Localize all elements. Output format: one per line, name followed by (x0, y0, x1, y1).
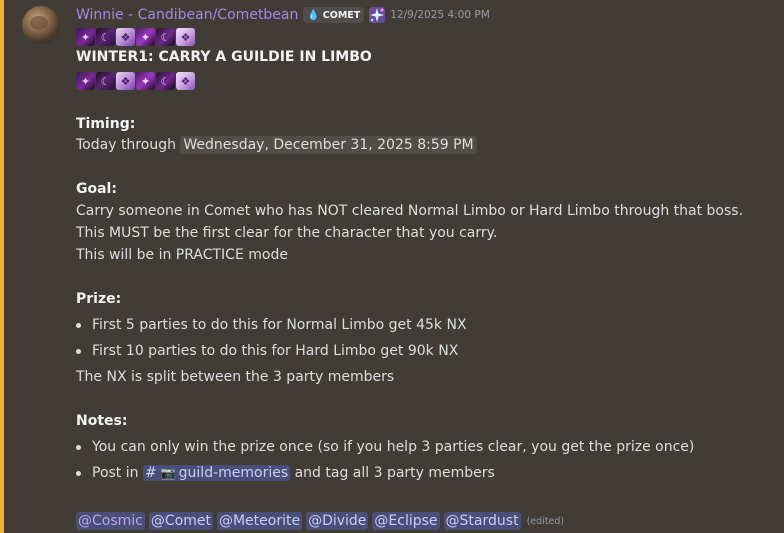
sparkle-icon[interactable] (368, 6, 386, 24)
edited-label: (edited) (526, 515, 565, 527)
emoji-5[interactable]: ☾ (156, 72, 175, 90)
avatar[interactable] (22, 6, 60, 44)
highlight-accent-bar (0, 0, 4, 533)
channel-name: guild-memories (178, 465, 289, 481)
role-mention-comet[interactable]: @Comet (148, 512, 213, 530)
role-mentions: @Cosmic @Comet @Meteorite @Divide @Eclip… (76, 512, 564, 530)
role-mention-cosmic[interactable]: @Cosmic (76, 512, 145, 530)
goal-heading: Goal: (76, 181, 117, 197)
role-mention-stardust[interactable]: @Stardust (443, 512, 521, 530)
goal-line: This will be in PRACTICE mode (76, 247, 288, 263)
role-mention-eclipse[interactable]: @Eclipse (372, 512, 440, 530)
prize-heading: Prize: (76, 291, 122, 307)
hash-icon: # (144, 465, 157, 481)
prize-bullet: First 10 parties to do this for Hard Lim… (92, 343, 459, 359)
emoji-4[interactable]: ✦ (136, 72, 155, 90)
timestamp-chip[interactable]: Wednesday, December 31, 2025 8:59 PM (180, 136, 477, 154)
notes-heading: Notes: (76, 413, 128, 429)
emoji-6[interactable]: ❖ (176, 72, 195, 90)
guild-tag-label: COMET (322, 9, 361, 21)
notes-bullet-suffix: and tag all 3 party members (294, 465, 495, 481)
post-title: WINTER1: CARRY A GUILDIE IN LIMBO (76, 49, 372, 65)
guild-tag[interactable]: 💧 COMET (303, 7, 365, 23)
camera-icon: 📷 (160, 466, 176, 480)
emoji-row-bottom: ✦ ☾ ❖ ✦ ☾ ❖ (76, 72, 195, 90)
bullet-dot (76, 445, 81, 450)
emoji-5[interactable]: ☾ (156, 28, 175, 46)
emoji-3[interactable]: ❖ (116, 72, 135, 90)
bullet-dot (76, 471, 81, 476)
water-drop-icon: 💧 (307, 9, 320, 21)
emoji-1[interactable]: ✦ (76, 72, 95, 90)
emoji-2[interactable]: ☾ (96, 72, 115, 90)
goal-line: Carry someone in Comet who has NOT clear… (76, 203, 744, 219)
channel-mention-guild-memories[interactable]: # 📷 guild-memories (142, 465, 291, 481)
notes-bullet-prefix: Post in (92, 465, 139, 481)
emoji-1[interactable]: ✦ (76, 28, 95, 46)
emoji-6[interactable]: ❖ (176, 28, 195, 46)
role-mention-divide[interactable]: @Divide (306, 512, 369, 530)
bullet-dot (76, 349, 81, 354)
emoji-row-top: ✦ ☾ ❖ ✦ ☾ ❖ (76, 28, 195, 46)
goal-line: This MUST be the first clear for the cha… (76, 225, 498, 241)
prize-footer: The NX is split between the 3 party memb… (76, 369, 395, 385)
emoji-3[interactable]: ❖ (116, 28, 135, 46)
role-mention-meteorite[interactable]: @Meteorite (216, 512, 303, 530)
emoji-4[interactable]: ✦ (136, 28, 155, 46)
notes-bullet: You can only win the prize once (so if y… (92, 439, 695, 455)
timing-line: Today through Wednesday, December 31, 20… (76, 135, 477, 155)
emoji-2[interactable]: ☾ (96, 28, 115, 46)
bullet-dot (76, 323, 81, 328)
timestamp[interactable]: 12/9/2025 4:00 PM (390, 9, 489, 21)
prize-bullet: First 5 parties to do this for Normal Li… (92, 317, 467, 333)
message-header: Winnie - Candibean/Cometbean 💧 COMET 12/… (76, 5, 490, 25)
notes-bullet: Post in # 📷 guild-memories and tag all 3 p… (92, 463, 495, 483)
timing-prefix: Today through (76, 137, 176, 153)
username[interactable]: Winnie - Candibean/Cometbean (76, 7, 298, 23)
timing-heading: Timing: (76, 116, 136, 132)
